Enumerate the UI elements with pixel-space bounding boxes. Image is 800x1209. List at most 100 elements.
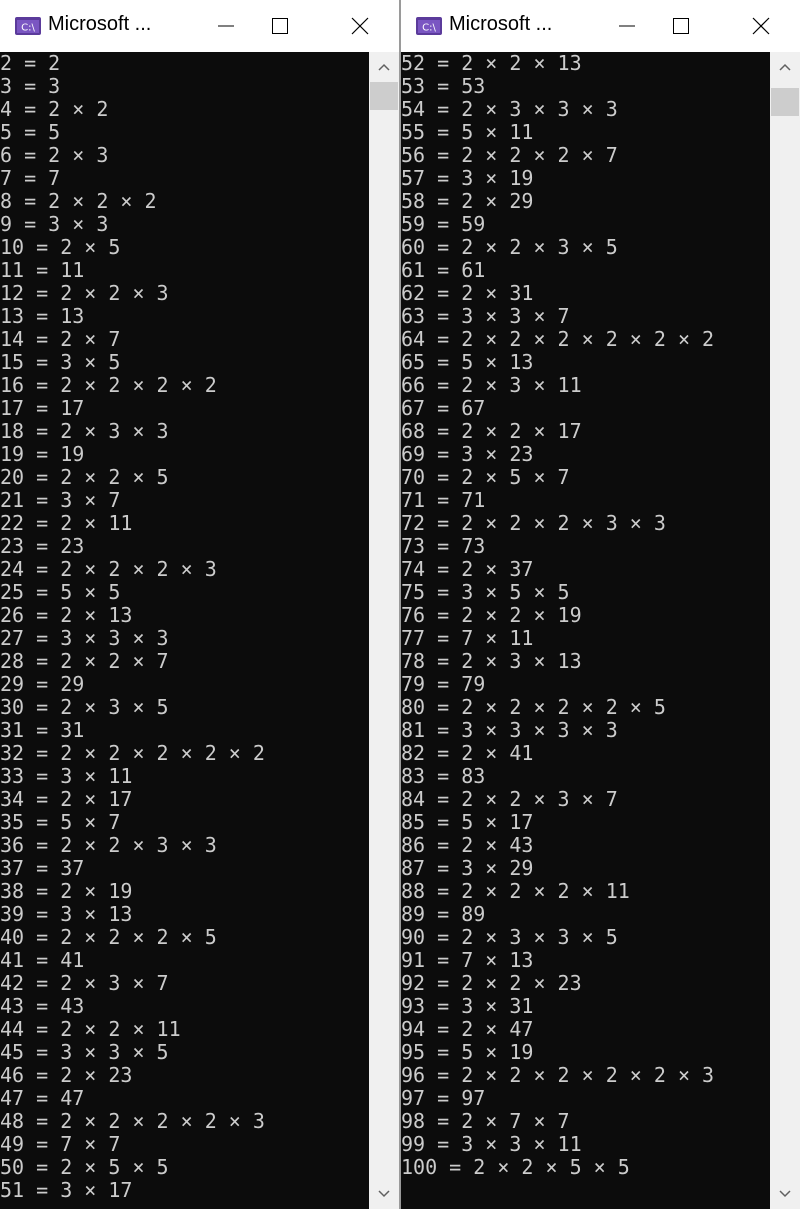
- console-line: 88 = 2 × 2 × 2 × 11: [401, 879, 630, 903]
- console-line: 53 = 53: [401, 74, 486, 98]
- vertical-scrollbar[interactable]: [369, 52, 399, 1209]
- scroll-down-button[interactable]: [369, 1179, 399, 1209]
- close-icon: [351, 17, 369, 35]
- console-lines: 2 = 23 = 34 = 2 × 25 = 56 = 2 × 37 = 78 …: [0, 52, 265, 1202]
- console-line: 38 = 2 × 19: [0, 879, 133, 903]
- console-line: 41 = 41: [0, 948, 85, 972]
- console-line: 57 = 3 × 19: [401, 166, 534, 190]
- console-line: 3 = 3: [0, 74, 61, 98]
- maximize-button[interactable]: [257, 0, 303, 52]
- console-line: 49 = 7 × 7: [0, 1132, 121, 1156]
- console-window-left[interactable]: C:\ Microsoft ... 2 = 23 = 34 = 2 × 25 =…: [0, 0, 400, 1209]
- window-title: Microsoft ...: [449, 13, 553, 35]
- scrollbar-thumb[interactable]: [370, 82, 398, 110]
- scroll-up-button[interactable]: [369, 52, 399, 82]
- console-line: 90 = 2 × 3 × 3 × 5: [401, 925, 618, 949]
- console-line: 34 = 2 × 17: [0, 787, 133, 811]
- console-line: 33 = 3 × 11: [0, 764, 133, 788]
- maximize-button[interactable]: [658, 0, 704, 52]
- console-line: 93 = 3 × 31: [401, 994, 534, 1018]
- console-line: 19 = 19: [0, 442, 85, 466]
- console-lines: 52 = 2 × 2 × 13 53 = 53 54 = 2 × 3 × 3 × 3…: [401, 52, 714, 1179]
- console-line: 50 = 2 × 5 × 5: [0, 1155, 169, 1179]
- console-line: 65 = 5 × 13: [401, 350, 534, 374]
- console-output[interactable]: 52 = 2 × 2 × 13 53 = 53 54 = 2 × 3 × 3 × 3…: [401, 52, 770, 1209]
- close-icon: [752, 17, 770, 35]
- console-line: 98 = 2 × 7 × 7: [401, 1109, 570, 1133]
- console-line: 68 = 2 × 2 × 17: [401, 419, 582, 443]
- console-line: 43 = 43: [0, 994, 85, 1018]
- console-line: 63 = 3 × 3 × 7: [401, 304, 570, 328]
- minimize-icon: [619, 25, 635, 27]
- console-line: 48 = 2 × 2 × 2 × 2 × 3: [0, 1109, 265, 1133]
- console-line: 92 = 2 × 2 × 23: [401, 971, 582, 995]
- console-line: 73 = 73: [401, 534, 486, 558]
- console-line: 56 = 2 × 2 × 2 × 7: [401, 143, 618, 167]
- console-line: 7 = 7: [0, 166, 61, 190]
- console-line: 83 = 83: [401, 764, 486, 788]
- console-line: 5 = 5: [0, 120, 61, 144]
- console-line: 45 = 3 × 3 × 5: [0, 1040, 169, 1064]
- console-line: 39 = 3 × 13: [0, 902, 133, 926]
- console-line: 62 = 2 × 31: [401, 281, 534, 305]
- console-line: 86 = 2 × 43: [401, 833, 534, 857]
- close-button[interactable]: [337, 0, 383, 52]
- console-window-right[interactable]: C:\ Microsoft ... 52 = 2 × 2 × 13 53 = 53…: [400, 0, 800, 1209]
- title-bar[interactable]: C:\ Microsoft ...: [401, 0, 800, 52]
- console-line: 23 = 23: [0, 534, 85, 558]
- console-line: 30 = 2 × 3 × 5: [0, 695, 169, 719]
- console-line: 76 = 2 × 2 × 19: [401, 603, 582, 627]
- console-line: 25 = 5 × 5: [0, 580, 121, 604]
- console-line: 12 = 2 × 2 × 3: [0, 281, 169, 305]
- console-line: 2 = 2: [0, 52, 61, 75]
- chevron-down-icon: [779, 1190, 791, 1198]
- minimize-button[interactable]: [604, 0, 650, 52]
- console-line: 74 = 2 × 37: [401, 557, 534, 581]
- console-line: 80 = 2 × 2 × 2 × 2 × 5: [401, 695, 666, 719]
- console-line: 59 = 59: [401, 212, 486, 236]
- console-line: 17 = 17: [0, 396, 85, 420]
- console-line: 14 = 2 × 7: [0, 327, 121, 351]
- console-line: 66 = 2 × 3 × 11: [401, 373, 582, 397]
- console-line: 51 = 3 × 17: [0, 1178, 133, 1202]
- console-line: 28 = 2 × 2 × 7: [0, 649, 169, 673]
- console-line: 10 = 2 × 5: [0, 235, 121, 259]
- console-line: 31 = 31: [0, 718, 85, 742]
- minimize-icon: [218, 25, 234, 27]
- console-line: 84 = 2 × 2 × 3 × 7: [401, 787, 618, 811]
- console-line: 47 = 47: [0, 1086, 85, 1110]
- scroll-down-button[interactable]: [770, 1179, 800, 1209]
- console-line: 64 = 2 × 2 × 2 × 2 × 2 × 2: [401, 327, 715, 351]
- maximize-icon: [673, 18, 689, 34]
- console-line: 95 = 5 × 19: [401, 1040, 534, 1064]
- console-line: 96 = 2 × 2 × 2 × 2 × 2 × 3: [401, 1063, 715, 1087]
- console-line: 99 = 3 × 3 × 11: [401, 1132, 582, 1156]
- close-button[interactable]: [738, 0, 784, 52]
- console-line: 55 = 5 × 11: [401, 120, 534, 144]
- console-line: 94 = 2 × 47: [401, 1017, 534, 1041]
- console-line: 52 = 2 × 2 × 13: [401, 52, 582, 75]
- console-line: 4 = 2 × 2: [0, 97, 109, 121]
- console-line: 35 = 5 × 7: [0, 810, 121, 834]
- maximize-icon: [272, 18, 288, 34]
- console-line: 16 = 2 × 2 × 2 × 2: [0, 373, 217, 397]
- console-line: 79 = 79: [401, 672, 486, 696]
- console-line: 61 = 61: [401, 258, 486, 282]
- title-bar[interactable]: C:\ Microsoft ...: [0, 0, 399, 52]
- scroll-up-button[interactable]: [770, 52, 800, 82]
- console-line: 97 = 97: [401, 1086, 486, 1110]
- console-line: 85 = 5 × 17: [401, 810, 534, 834]
- console-line: 37 = 37: [0, 856, 85, 880]
- console-line: 87 = 3 × 29: [401, 856, 534, 880]
- minimize-button[interactable]: [203, 0, 249, 52]
- console-output[interactable]: 2 = 23 = 34 = 2 × 25 = 56 = 2 × 37 = 78 …: [0, 52, 369, 1209]
- console-line: 75 = 3 × 5 × 5: [401, 580, 570, 604]
- console-line: 82 = 2 × 41: [401, 741, 534, 765]
- console-line: 29 = 29: [0, 672, 85, 696]
- console-app-icon: C:\: [416, 17, 442, 35]
- console-line: 22 = 2 × 11: [0, 511, 133, 535]
- console-line: 32 = 2 × 2 × 2 × 2 × 2: [0, 741, 265, 765]
- console-line: 40 = 2 × 2 × 2 × 5: [0, 925, 217, 949]
- vertical-scrollbar[interactable]: [770, 52, 800, 1209]
- scrollbar-thumb[interactable]: [771, 88, 799, 116]
